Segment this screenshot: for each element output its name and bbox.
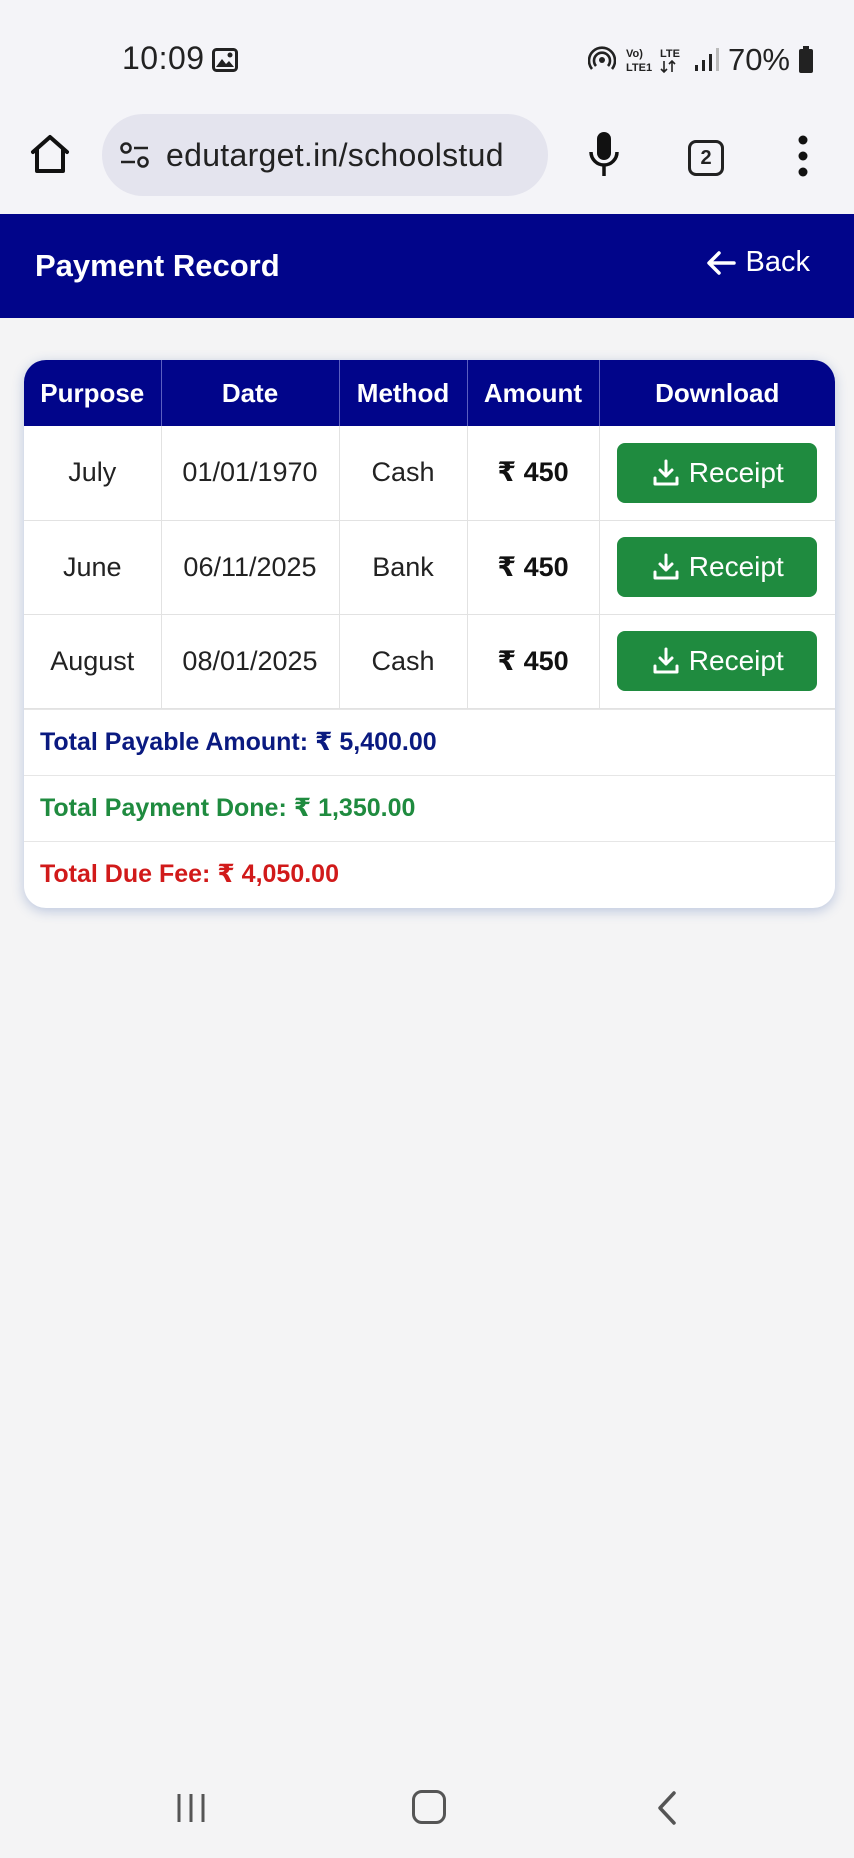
total-due-fee: Total Due Fee: ₹ 4,050.00 [24,840,835,907]
svg-text:Vo): Vo) [626,48,643,60]
table-row: August 08/01/2025 Cash ₹ 450 Receipt [24,614,835,708]
cell-purpose: June [24,520,162,614]
total-payment-done: Total Payment Done: ₹ 1,350.00 [24,774,835,841]
table-header-row: Purpose Date Method Amount Download [24,360,835,426]
signal-icon [694,48,719,71]
cell-date: 01/01/1970 [161,426,340,520]
cell-purpose: July [24,426,162,520]
hotspot-icon [587,46,616,70]
status-time: 10:09 [122,40,205,76]
network-type-icon: Vo) LTE1 LTE [626,48,680,74]
download-icon [653,647,679,674]
receipt-button[interactable]: Receipt [617,537,818,597]
payment-table: Purpose Date Method Amount Download July… [24,360,835,709]
column-header-method: Method [339,360,468,426]
page: 10:09 Vo) LTE1 LTE 70% edutarget.in/scho… [0,0,854,1858]
svg-text:LTE: LTE [660,48,680,60]
battery-percent: 70% [727,42,790,77]
cell-amount: ₹ 450 [467,426,600,520]
receipt-button[interactable]: Receipt [617,631,818,691]
mic-icon[interactable] [586,130,622,180]
back-button[interactable]: Back [706,246,810,279]
app-header: Payment Record Back [0,214,854,318]
total-payable-amount: Total Payable Amount: ₹ 5,400.00 [24,708,835,775]
nav-home-icon[interactable] [412,1790,446,1824]
tabs-icon[interactable]: 2 [688,140,724,176]
home-icon[interactable] [28,132,72,176]
payment-record-card: Purpose Date Method Amount Download July… [24,360,835,908]
nav-back-icon[interactable] [656,1790,678,1826]
cell-amount: ₹ 450 [467,520,600,614]
table-row: June 06/11/2025 Bank ₹ 450 Receipt [24,520,835,614]
download-icon [653,459,679,486]
cell-date: 06/11/2025 [161,520,340,614]
download-icon [653,553,679,580]
cell-method: Cash [339,614,468,708]
nav-recent-icon[interactable] [174,1792,208,1824]
status-indicators: Vo) LTE1 LTE 70% [587,42,814,78]
cell-download: Receipt [599,426,835,520]
photo-icon [212,48,238,72]
menu-icon[interactable] [796,134,810,178]
url-text: edutarget.in/schoolstud [166,136,504,173]
battery-icon [799,46,813,73]
column-header-amount: Amount [467,360,600,426]
page-title: Payment Record [35,248,280,283]
back-arrow-icon [706,250,736,275]
column-header-download: Download [655,377,780,408]
back-label: Back [745,246,810,278]
cell-date: 08/01/2025 [161,614,340,708]
cell-method: Cash [339,426,468,520]
table-row: July 01/01/1970 Cash ₹ 450 Receipt [24,426,835,520]
address-bar[interactable]: edutarget.in/schoolstud [102,114,548,196]
cell-download: Receipt [599,614,835,708]
cell-download: Receipt [599,520,835,614]
receipt-label: Receipt [688,551,784,582]
system-nav-bar [0,1758,854,1858]
receipt-label: Receipt [688,456,784,488]
column-header-date: Date [161,360,340,426]
cell-method: Bank [339,520,468,614]
receipt-button[interactable]: Receipt [617,442,818,503]
receipt-label: Receipt [688,645,784,676]
cell-amount: ₹ 450 [467,614,600,708]
column-header-purpose: Purpose [24,360,162,426]
status-bar: 10:09 Vo) LTE1 LTE 70% [0,0,854,98]
svg-text:LTE1: LTE1 [626,62,652,74]
cell-purpose: August [24,614,162,708]
browser-toolbar: edutarget.in/schoolstud 2 [0,98,854,214]
site-settings-icon[interactable] [118,138,152,172]
